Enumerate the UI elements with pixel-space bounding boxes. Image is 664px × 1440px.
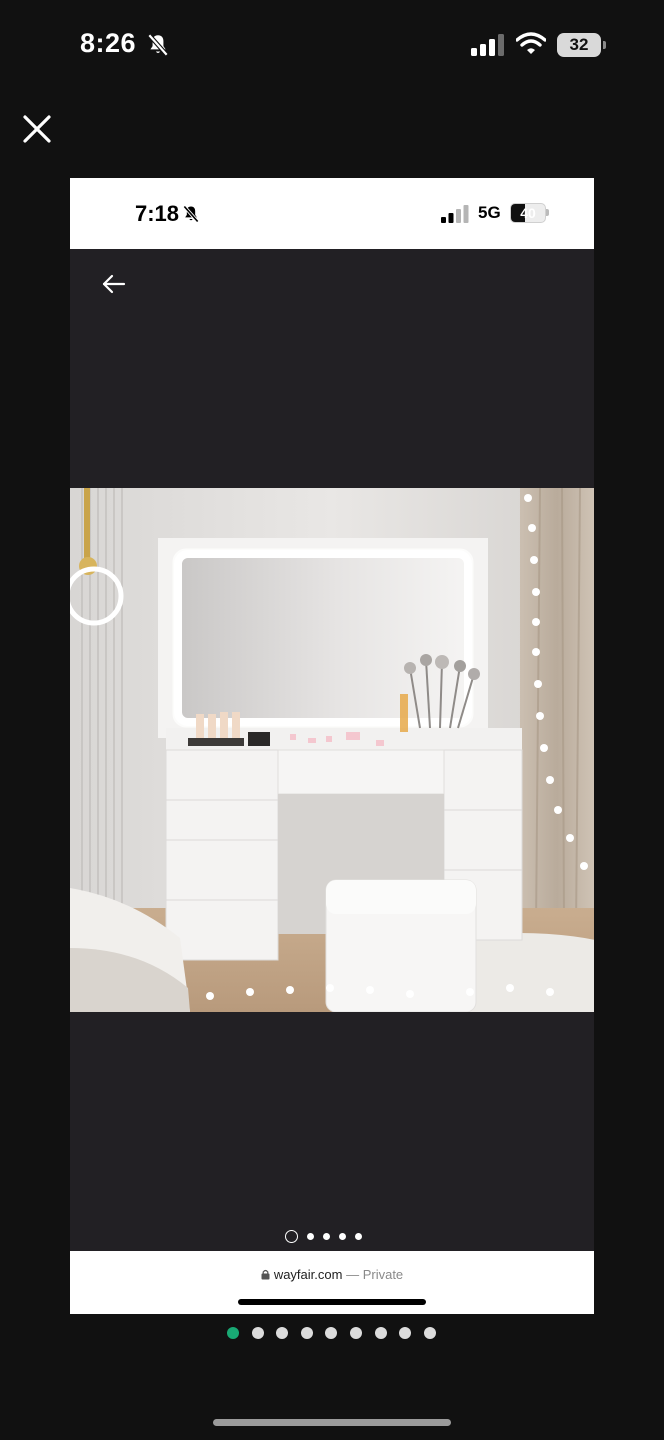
private-mode-label: Private xyxy=(362,1267,404,1282)
signal-icon xyxy=(441,205,469,223)
inner-home-indicator xyxy=(238,1299,426,1305)
battery-indicator: 40 xyxy=(510,203,550,223)
lock-icon xyxy=(261,1269,270,1280)
status-time: 8:26 xyxy=(80,28,137,58)
gallery-page-dot[interactable] xyxy=(374,1327,387,1339)
carousel-dot[interactable] xyxy=(323,1232,330,1240)
battery-indicator: 32 xyxy=(557,33,607,57)
signal-icon xyxy=(471,34,504,56)
gallery-page-dot[interactable] xyxy=(276,1327,289,1339)
carousel-dots xyxy=(285,1229,362,1243)
battery-level: 40 xyxy=(520,205,536,221)
gallery-page-dot[interactable] xyxy=(325,1327,338,1339)
home-indicator[interactable] xyxy=(213,1419,451,1426)
carousel-dot[interactable] xyxy=(339,1232,346,1240)
carousel-dot[interactable] xyxy=(355,1232,362,1240)
gallery-page-dot[interactable] xyxy=(349,1327,362,1339)
url-text: wayfair.com — Private xyxy=(70,1267,594,1282)
bell-off-icon xyxy=(147,33,169,57)
battery-level: 32 xyxy=(557,33,601,57)
network-type: 5G xyxy=(478,203,501,222)
gallery-page-dot[interactable] xyxy=(399,1327,412,1339)
gallery-page-dot[interactable] xyxy=(227,1327,239,1339)
status-bar: 8:26 32 xyxy=(0,0,664,92)
screenshot-preview: 7:18 5G 40 wayfair.com — Private xyxy=(70,178,594,1314)
inner-status-bar: 7:18 5G 40 xyxy=(70,178,594,249)
bell-off-icon xyxy=(183,205,199,223)
carousel-dot[interactable] xyxy=(307,1232,314,1240)
url-domain: wayfair.com xyxy=(273,1267,343,1282)
product-image[interactable] xyxy=(70,488,594,1012)
gallery-page-dot[interactable] xyxy=(251,1327,264,1339)
close-icon[interactable] xyxy=(18,110,56,148)
gallery-page-dot[interactable] xyxy=(423,1327,436,1339)
wifi-icon xyxy=(516,32,546,54)
gallery-page-dot[interactable] xyxy=(300,1327,313,1339)
inner-status-time: 7:18 xyxy=(135,201,180,226)
gallery-pager xyxy=(227,1327,436,1339)
carousel-dot[interactable] xyxy=(285,1229,298,1243)
url-bar[interactable]: wayfair.com — Private xyxy=(70,1251,594,1314)
url-separator: — xyxy=(346,1267,360,1282)
arrow-left-icon[interactable] xyxy=(100,272,128,296)
